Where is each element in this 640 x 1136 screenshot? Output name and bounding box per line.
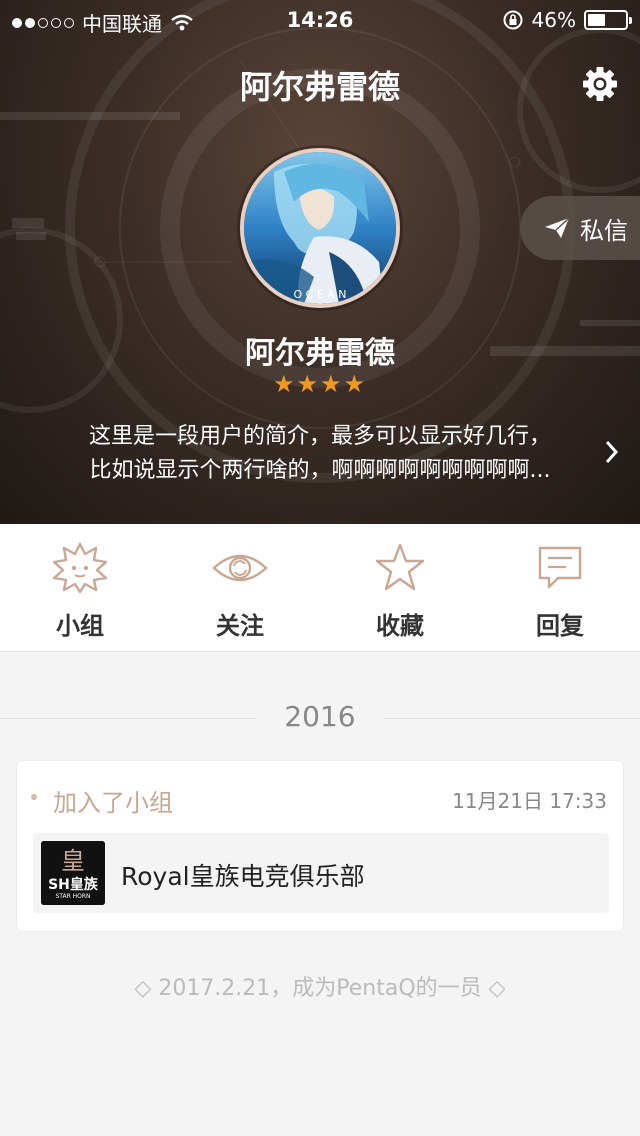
timeline-year-divider: 2016: [0, 696, 640, 740]
status-bar: 中国联通 14:26 46%: [0, 0, 640, 40]
activity-action: 加入了小组: [53, 789, 173, 817]
activity-card: 加入了小组 11月21日 17:33 皇 SH皇族 STAR HORN Roya…: [16, 760, 624, 932]
eye-icon: [212, 554, 268, 582]
profile-tabs: 小组 关注 收藏 回复: [0, 524, 640, 652]
bio-line-2: 比如说显示个两行啥的，啊啊啊啊啊啊啊啊啊...: [89, 458, 551, 483]
avatar[interactable]: O C E A N: [240, 148, 400, 308]
tab-following[interactable]: 关注: [160, 524, 320, 651]
star-icon: [375, 543, 425, 591]
group-logo-text: SH皇族: [48, 876, 99, 893]
star-rating: ★★★★: [272, 370, 368, 398]
tab-groups[interactable]: 小组: [0, 524, 160, 651]
gear-icon[interactable]: [580, 64, 620, 104]
paper-plane-icon: [545, 217, 570, 238]
private-message-label: 私信: [580, 216, 628, 245]
group-face-icon: [52, 542, 108, 594]
avatar-caption: O C E A N: [293, 288, 346, 301]
tab-following-label: 关注: [216, 612, 264, 640]
tab-favorites[interactable]: 收藏: [320, 524, 480, 651]
group-logo: 皇 SH皇族 STAR HORN: [41, 841, 105, 905]
tab-favorites-label: 收藏: [376, 612, 424, 640]
page-title: 阿尔弗雷德: [239, 68, 400, 106]
tab-replies-label: 回复: [536, 612, 584, 640]
group-logo-emblem: 皇: [61, 847, 85, 875]
profile-header: 中国联通 14:26 46% 阿尔弗雷德 O C E A N 私信 阿尔弗雷德 …: [0, 0, 640, 524]
timeline-year: 2016: [284, 700, 356, 733]
bullet-dot: [31, 794, 37, 800]
tab-groups-label: 小组: [56, 612, 104, 640]
battery-percent: 46%: [531, 8, 576, 32]
bio-line-1: 这里是一段用户的简介，最多可以显示好几行，: [88, 424, 551, 449]
join-date-note: ◇ 2017.2.21，成为PentaQ的一员 ◇: [134, 976, 506, 1001]
rotation-lock-icon: [503, 10, 523, 30]
battery-icon: [584, 10, 632, 30]
avatar-image: O C E A N: [244, 152, 396, 304]
comment-icon: [538, 546, 582, 589]
private-message-button[interactable]: 私信: [520, 196, 640, 260]
group-link[interactable]: 皇 SH皇族 STAR HORN Royal皇族电竞俱乐部: [33, 833, 609, 913]
profile-bio[interactable]: 这里是一段用户的简介，最多可以显示好几行， 比如说显示个两行啥的，啊啊啊啊啊啊啊…: [60, 420, 580, 488]
group-logo-subtext: STAR HORN: [55, 893, 90, 900]
activity-datetime: 11月21日 17:33: [452, 789, 607, 813]
group-name: Royal皇族电竞俱乐部: [121, 862, 365, 891]
tab-replies[interactable]: 回复: [480, 524, 640, 651]
chevron-right-icon[interactable]: [604, 438, 620, 466]
profile-name: 阿尔弗雷德: [245, 336, 395, 371]
